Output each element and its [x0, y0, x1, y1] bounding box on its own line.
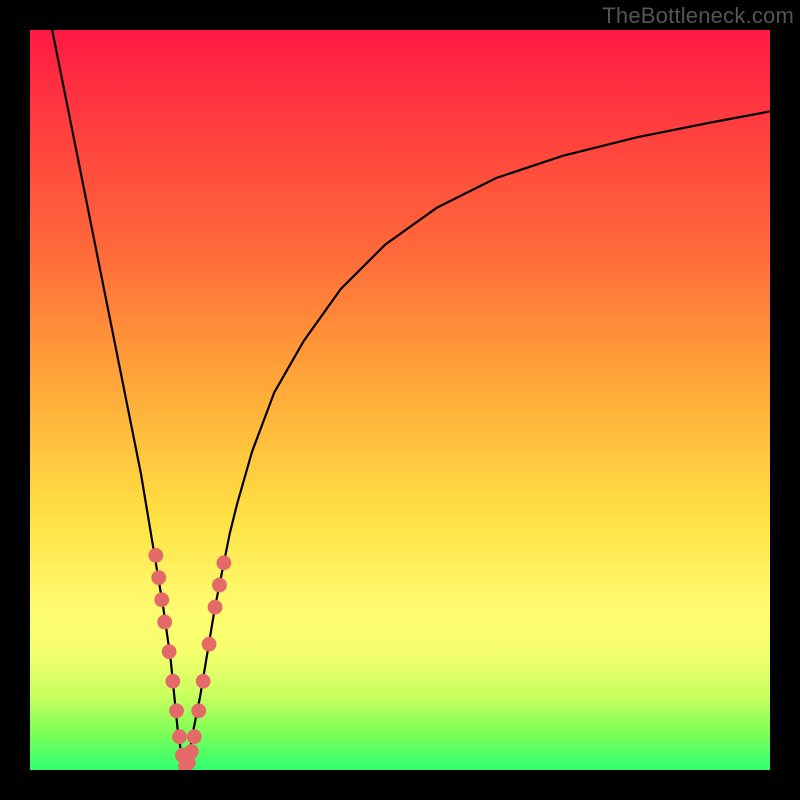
outer-frame: TheBottleneck.com: [0, 0, 800, 800]
curve-marker: [212, 578, 227, 593]
curve-marker: [216, 555, 231, 570]
curve-marker: [162, 644, 177, 659]
curve-marker: [165, 674, 180, 689]
curve-marker: [187, 729, 202, 744]
curve-marker: [202, 637, 217, 652]
curve-marker: [184, 744, 199, 759]
curve-markers: [148, 548, 231, 770]
curve-marker: [208, 600, 223, 615]
bottleneck-curve: [52, 30, 770, 770]
curve-marker: [151, 570, 166, 585]
curve-marker: [196, 674, 211, 689]
curve-marker: [148, 548, 163, 563]
watermark-text: TheBottleneck.com: [602, 3, 794, 29]
curve-marker: [191, 703, 206, 718]
curve-marker: [157, 615, 172, 630]
chart-svg: [30, 30, 770, 770]
curve-marker: [172, 729, 187, 744]
curve-marker: [169, 703, 184, 718]
curve-marker: [154, 592, 169, 607]
plot-area: [30, 30, 770, 770]
